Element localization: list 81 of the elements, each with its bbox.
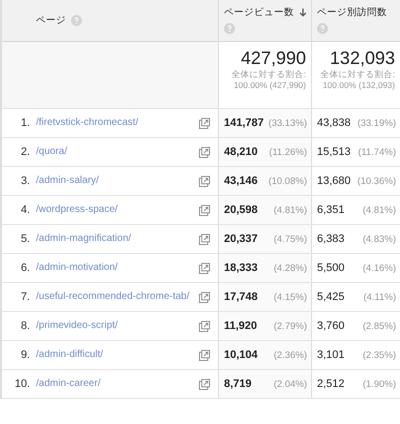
row-number: 3. [20,175,30,187]
page-path-link[interactable]: /firetvstick-chromecast/ [36,117,193,129]
open-page-icon[interactable] [199,146,210,158]
total-value: 132,093 [330,48,395,69]
pageview-share: (10.08%) [268,176,307,186]
pageview-share: (2.36%) [274,350,307,360]
open-page-icon[interactable] [199,118,210,128]
pageview-share: (4.15%) [274,292,307,302]
row-number: 4. [20,204,30,216]
visit-share: (2.35%) [362,350,396,360]
visit-count: 6,383 [317,233,345,245]
row-number: 8. [20,320,30,332]
visit-share: (4.16%) [362,262,396,274]
page-path-link[interactable]: /admin-magnification/ [36,233,193,245]
pageview-count: 8,719 [224,378,252,390]
visit-count: 3,101 [317,349,345,361]
page-path-link[interactable]: /primevideo-script/ [36,320,193,332]
total-value: 427,990 [240,48,306,69]
row-number: 5. [20,233,30,245]
row-number: 6. [20,262,30,274]
pageview-share: (33.13%) [268,118,307,128]
pageview-count: 48,210 [224,146,258,158]
visit-count: 2,512 [317,378,345,390]
visit-share: (33.19%) [357,118,396,128]
page-path-link[interactable]: /useful-recommended-chrome-tab/ [36,291,193,303]
pageview-count: 43,146 [224,175,258,187]
pageview-share: (4.81%) [274,204,307,216]
pageview-share: (4.75%) [274,234,307,244]
pageview-share: (2.79%) [274,320,307,332]
header-label: ページビュー数 [224,6,294,19]
page-path-link[interactable]: /admin-difficult/ [36,349,193,361]
pageview-count: 17,748 [224,291,258,303]
page-path-link[interactable]: /admin-motivation/ [36,262,193,274]
open-page-icon[interactable] [199,378,210,390]
visit-share: (1.90%) [362,378,396,390]
row-number: 2. [20,146,30,158]
visit-count: 3,760 [317,320,345,332]
visit-count: 15,513 [317,146,351,158]
visit-count: 5,500 [317,262,345,274]
open-page-icon[interactable] [199,262,210,274]
visit-count: 6,351 [317,204,345,216]
visit-share: (4.83%) [362,234,396,244]
pageview-share: (4.28%) [274,262,307,274]
visit-share: (10.36%) [357,176,396,186]
pageview-count: 20,337 [224,233,258,245]
pageview-count: 18,333 [224,262,258,274]
header-label: ページ [36,14,66,27]
pageview-count: 11,920 [224,320,258,332]
open-page-icon[interactable] [199,176,210,186]
visit-count: 13,680 [317,175,351,187]
column-header[interactable]: ページビュー数 [218,0,311,41]
visit-count: 43,838 [317,117,351,129]
total-share-note: 全体に対する割合: 100.00% (427,990) [230,69,306,90]
page-path-link[interactable]: /admin-salary/ [36,175,193,187]
total-share-note: 全体に対する割合: 100.00% (132,093) [320,69,395,90]
visit-share: (11.74%) [358,146,396,158]
open-page-icon[interactable] [199,234,210,244]
pageview-count: 10,104 [224,349,258,361]
row-number: 7. [20,291,30,303]
column-header[interactable]: ページ別訪問数 [311,0,400,41]
visit-share: (4.81%) [362,204,396,216]
page-path-link[interactable]: /admin-career/ [36,378,193,390]
pageview-share: (2.04%) [274,378,307,390]
row-number: 10. [14,378,30,390]
page-path-link[interactable]: /quora/ [36,146,193,158]
sort-arrow-icon[interactable] [299,7,307,18]
visit-count: 5,425 [317,291,345,303]
row-number: 1. [20,117,30,129]
visit-share: (2.85%) [362,320,396,332]
open-page-icon[interactable] [199,320,210,332]
column-header[interactable]: ページ [2,0,218,41]
open-page-icon[interactable] [199,350,210,360]
open-page-icon[interactable] [199,292,210,302]
pageview-share: (11.26%) [269,146,307,158]
page-path-link[interactable]: /wordpress-space/ [36,204,193,216]
pageview-count: 141,787 [224,117,264,129]
open-page-icon[interactable] [199,204,210,216]
visit-share: (4.11%) [363,292,396,302]
row-number: 9. [20,349,30,361]
pageview-count: 20,598 [224,204,258,216]
header-label: ページ別訪問数 [317,6,387,19]
